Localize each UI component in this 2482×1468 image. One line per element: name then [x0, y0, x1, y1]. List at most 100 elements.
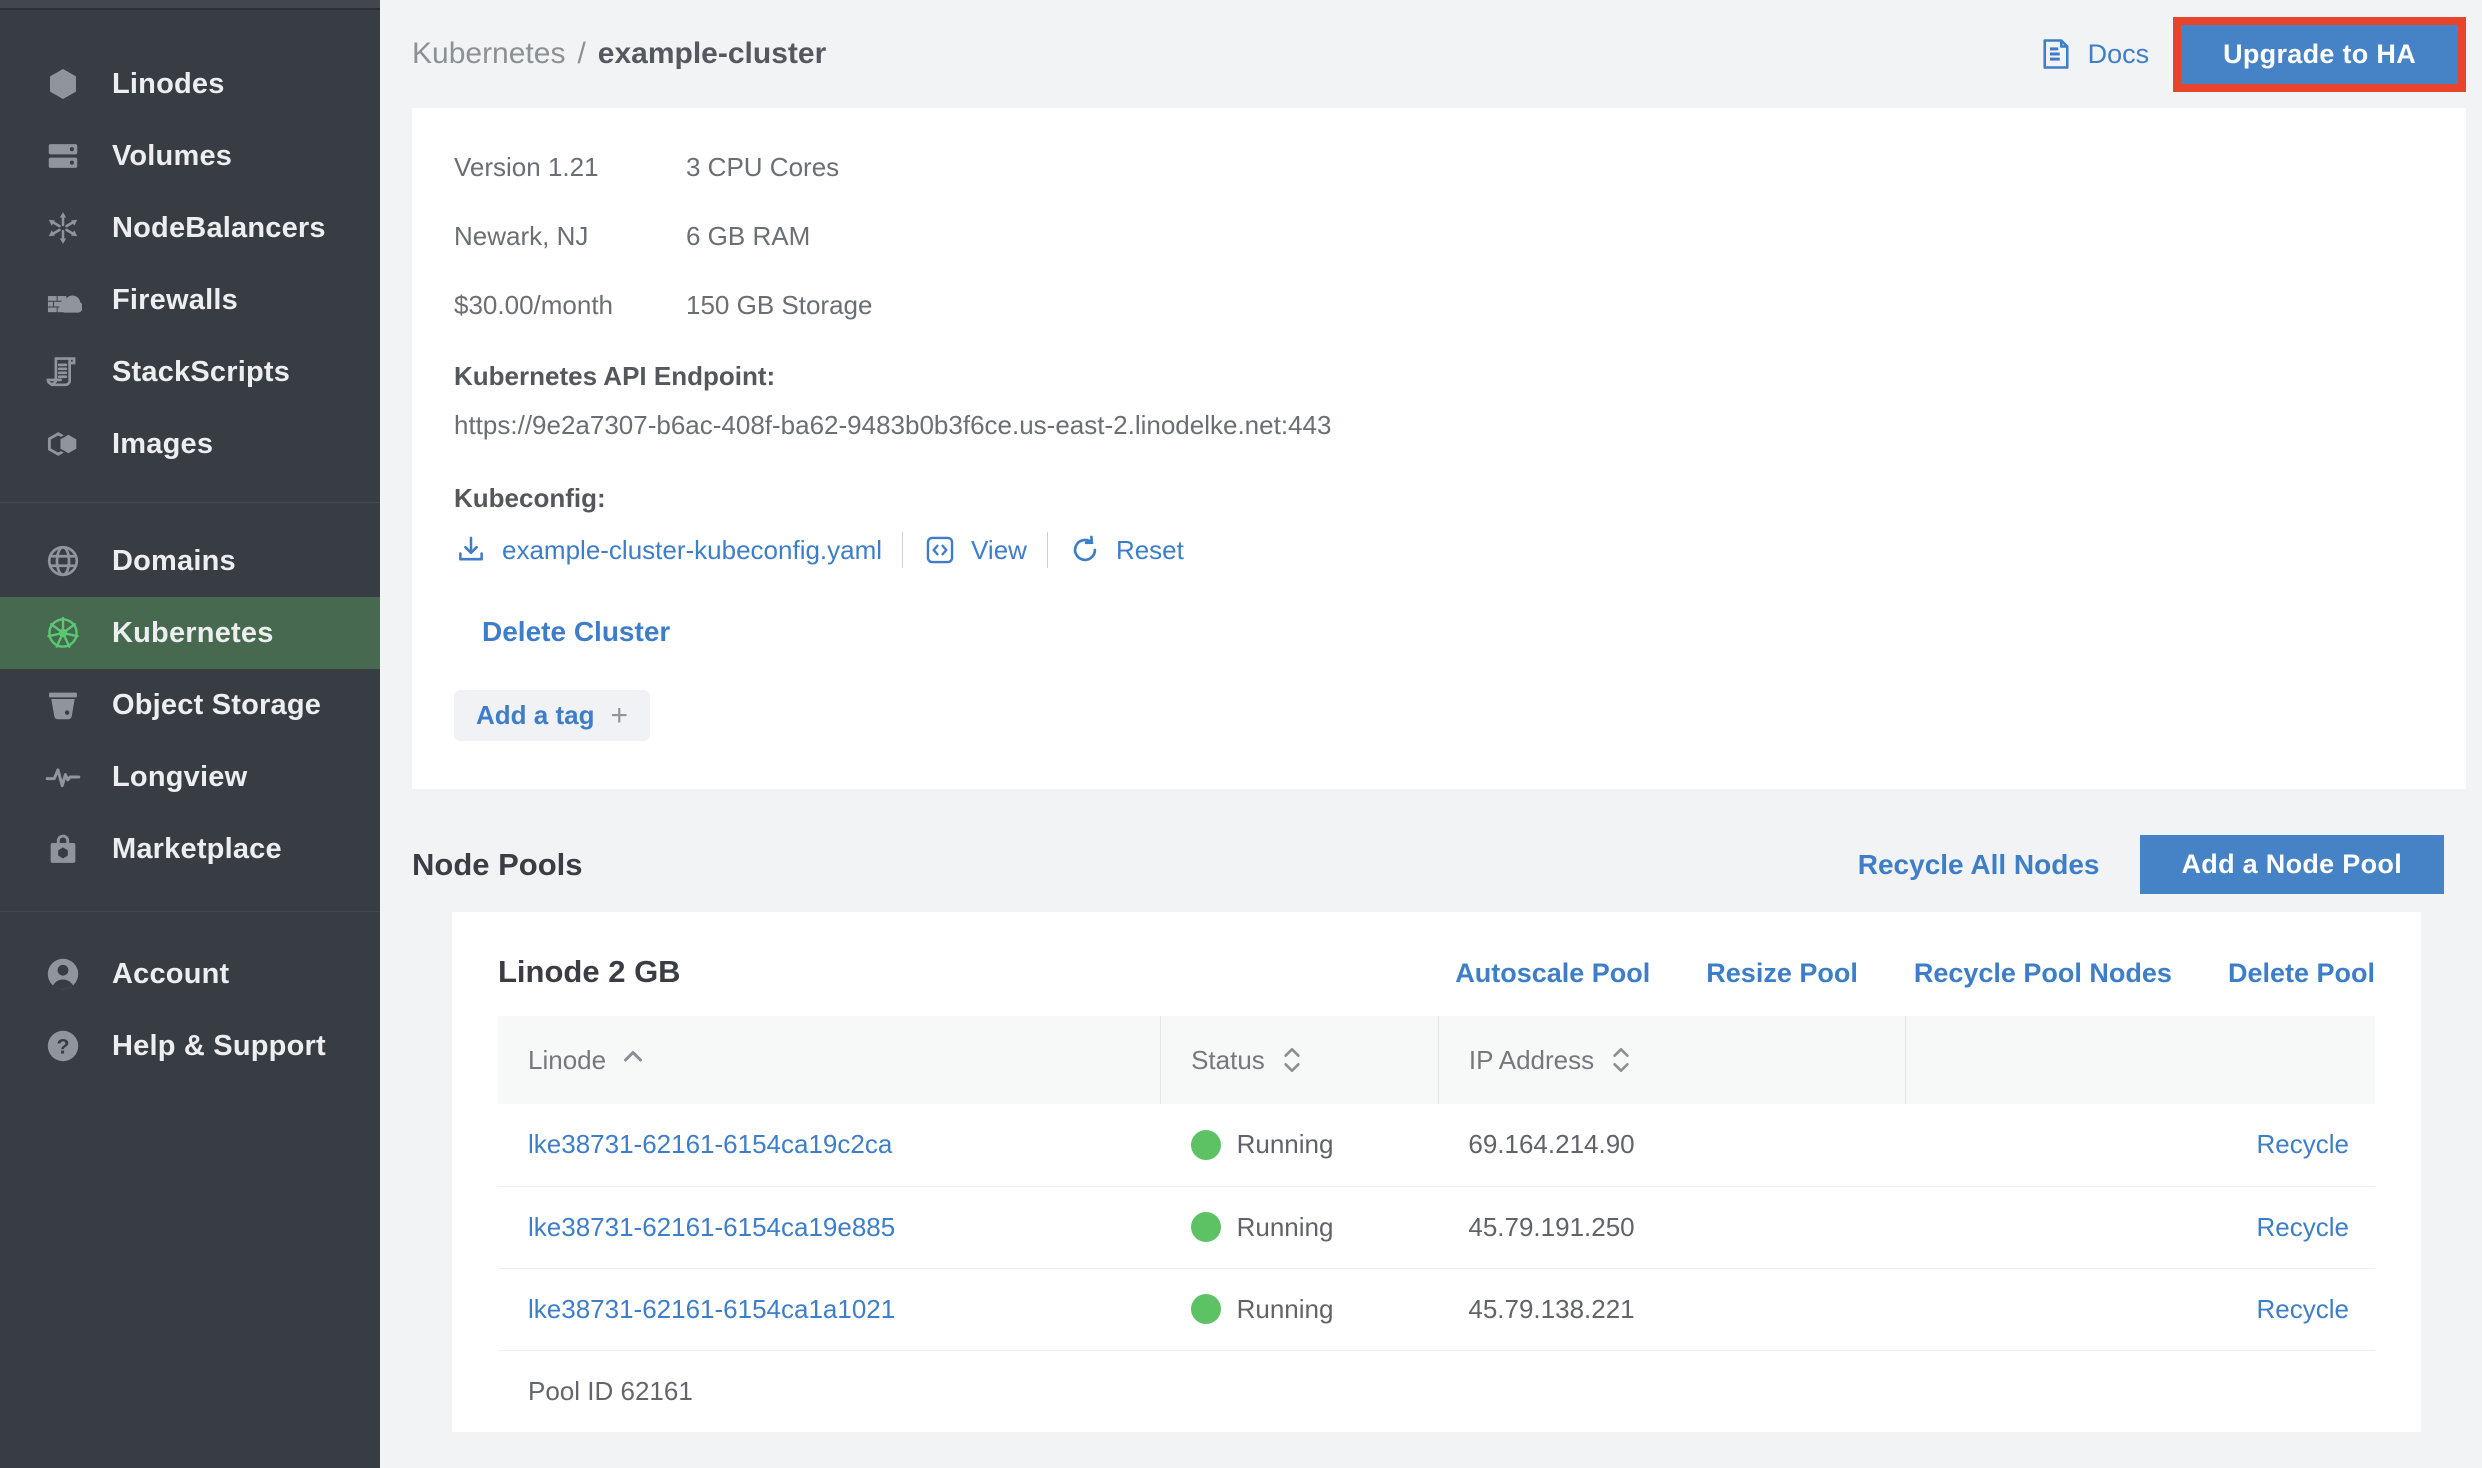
- plus-icon: +: [610, 701, 628, 731]
- spec-price: $30.00/month: [454, 290, 686, 321]
- kubeconfig-view-link[interactable]: View: [923, 533, 1027, 567]
- sidebar-item-marketplace[interactable]: Marketplace: [0, 813, 380, 885]
- reset-icon: [1068, 533, 1102, 567]
- sidebar-item-help-support[interactable]: ? Help & Support: [0, 1010, 380, 1082]
- nodebalancers-icon: [44, 208, 90, 248]
- view-label: View: [971, 535, 1027, 566]
- sort-icon: [1608, 1045, 1634, 1075]
- firewalls-icon: [44, 280, 90, 320]
- status-label: Running: [1237, 1212, 1334, 1243]
- sidebar-item-label: Kubernetes: [112, 617, 274, 650]
- node-row: lke38731-62161-6154ca19c2ca Running 69.1…: [498, 1104, 2375, 1186]
- node-row: lke38731-62161-6154ca19e885 Running 45.7…: [498, 1186, 2375, 1268]
- sidebar-item-label: Firewalls: [112, 284, 238, 317]
- add-tag-button[interactable]: Add a tag +: [454, 690, 650, 741]
- domains-icon: [44, 541, 90, 581]
- node-link[interactable]: lke38731-62161-6154ca1a1021: [498, 1268, 1161, 1350]
- recycle-node-link[interactable]: Recycle: [1906, 1268, 2375, 1350]
- node-ip: 69.164.214.90: [1438, 1104, 1905, 1186]
- docs-label: Docs: [2088, 39, 2150, 70]
- pool-name: Linode 2 GB: [498, 954, 681, 990]
- cluster-summary-card: Version 1.21 3 CPU Cores Newark, NJ 6 GB…: [412, 108, 2466, 789]
- sidebar-item-label: Account: [112, 958, 229, 991]
- delete-cluster-link[interactable]: Delete Cluster: [482, 616, 2420, 648]
- reset-label: Reset: [1116, 535, 1184, 566]
- main-content: Kubernetes / example-cluster Docs: [380, 0, 2482, 1468]
- view-code-icon: [923, 533, 957, 567]
- node-link[interactable]: lke38731-62161-6154ca19c2ca: [498, 1104, 1161, 1186]
- sidebar-item-volumes[interactable]: Volumes: [0, 120, 380, 192]
- pool-id-label: Pool ID 62161: [498, 1350, 2375, 1432]
- recycle-node-link[interactable]: Recycle: [1906, 1186, 2375, 1268]
- resize-pool-link[interactable]: Resize Pool: [1706, 958, 1858, 989]
- upgrade-to-ha-button[interactable]: Upgrade to HA: [2181, 25, 2458, 84]
- sidebar: Linodes Volumes: [0, 0, 380, 1468]
- kubernetes-icon: [44, 613, 90, 653]
- add-tag-label: Add a tag: [476, 700, 594, 731]
- sidebar-item-label: Object Storage: [112, 689, 321, 722]
- table-header-row: Linode Status IP Addre: [498, 1016, 2375, 1104]
- node-link[interactable]: lke38731-62161-6154ca19e885: [498, 1186, 1161, 1268]
- kubeconfig-label: Kubeconfig:: [454, 483, 2420, 514]
- node-pools-header: Node Pools Recycle All Nodes Add a Node …: [412, 835, 2444, 894]
- stackscripts-icon: [44, 352, 90, 392]
- api-endpoint-url: https://9e2a7307-b6ac-408f-ba62-9483b0b3…: [454, 410, 2420, 441]
- divider: [1047, 532, 1048, 568]
- column-label: Linode: [528, 1045, 606, 1076]
- account-icon: [44, 954, 90, 994]
- pool-actions: Autoscale Pool Resize Pool Recycle Pool …: [1399, 958, 2375, 989]
- breadcrumb-current: example-cluster: [598, 37, 826, 71]
- status-label: Running: [1237, 1129, 1334, 1160]
- node-ip: 45.79.138.221: [1438, 1268, 1905, 1350]
- status-running-dot: [1191, 1212, 1221, 1242]
- column-label: IP Address: [1469, 1045, 1594, 1076]
- recycle-node-link[interactable]: Recycle: [1906, 1104, 2375, 1186]
- sidebar-top-strip: [0, 0, 380, 10]
- sidebar-item-label: Longview: [112, 761, 247, 794]
- breadcrumb-section[interactable]: Kubernetes: [412, 37, 565, 71]
- kubeconfig-download-link[interactable]: example-cluster-kubeconfig.yaml: [454, 533, 882, 567]
- recycle-pool-nodes-link[interactable]: Recycle Pool Nodes: [1914, 958, 2172, 989]
- sidebar-item-images[interactable]: Images: [0, 408, 380, 480]
- sidebar-nav: Linodes Volumes: [0, 10, 380, 1082]
- sidebar-item-firewalls[interactable]: Firewalls: [0, 264, 380, 336]
- sidebar-item-object-storage[interactable]: Object Storage: [0, 669, 380, 741]
- sidebar-item-label: NodeBalancers: [112, 212, 326, 245]
- column-header-status[interactable]: Status: [1161, 1016, 1439, 1104]
- node-pools-title: Node Pools: [412, 847, 583, 883]
- add-node-pool-button[interactable]: Add a Node Pool: [2140, 835, 2445, 894]
- kubeconfig-row: example-cluster-kubeconfig.yaml View: [454, 532, 2420, 568]
- api-endpoint-label: Kubernetes API Endpoint:: [454, 361, 2420, 392]
- column-header-linode[interactable]: Linode: [498, 1016, 1161, 1104]
- help-icon: ?: [44, 1026, 90, 1066]
- sidebar-item-domains[interactable]: Domains: [0, 525, 380, 597]
- topbar: Kubernetes / example-cluster Docs: [412, 0, 2466, 108]
- sidebar-item-account[interactable]: Account: [0, 938, 380, 1010]
- sidebar-item-longview[interactable]: Longview: [0, 741, 380, 813]
- autoscale-pool-link[interactable]: Autoscale Pool: [1455, 958, 1650, 989]
- sidebar-item-kubernetes[interactable]: Kubernetes: [0, 597, 380, 669]
- pool-id-row: Pool ID 62161: [498, 1350, 2375, 1432]
- sidebar-item-stackscripts[interactable]: StackScripts: [0, 336, 380, 408]
- longview-icon: [44, 757, 90, 797]
- kubeconfig-reset-link[interactable]: Reset: [1068, 533, 1184, 567]
- docs-link[interactable]: Docs: [2038, 36, 2150, 72]
- node-ip: 45.79.191.250: [1438, 1186, 1905, 1268]
- images-icon: [44, 424, 90, 464]
- breadcrumb: Kubernetes / example-cluster: [412, 37, 826, 71]
- column-header-actions: [1906, 1016, 2375, 1104]
- sidebar-item-nodebalancers[interactable]: NodeBalancers: [0, 192, 380, 264]
- sidebar-item-label: StackScripts: [112, 356, 290, 389]
- cluster-specs: Version 1.21 3 CPU Cores Newark, NJ 6 GB…: [454, 152, 2420, 321]
- spec-cpu: 3 CPU Cores: [686, 152, 2420, 183]
- status-running-dot: [1191, 1130, 1221, 1160]
- status-label: Running: [1237, 1294, 1334, 1325]
- annotation-highlight-box: Upgrade to HA: [2173, 17, 2466, 92]
- column-header-ip-address[interactable]: IP Address: [1438, 1016, 1905, 1104]
- pool-head: Linode 2 GB Autoscale Pool Resize Pool R…: [498, 954, 2375, 990]
- sidebar-item-linodes[interactable]: Linodes: [0, 48, 380, 120]
- recycle-all-nodes-link[interactable]: Recycle All Nodes: [1858, 849, 2100, 881]
- delete-pool-link[interactable]: Delete Pool: [2228, 958, 2375, 989]
- nodes-table: Linode Status IP Addre: [498, 1016, 2375, 1432]
- kubeconfig-file-name: example-cluster-kubeconfig.yaml: [502, 535, 882, 566]
